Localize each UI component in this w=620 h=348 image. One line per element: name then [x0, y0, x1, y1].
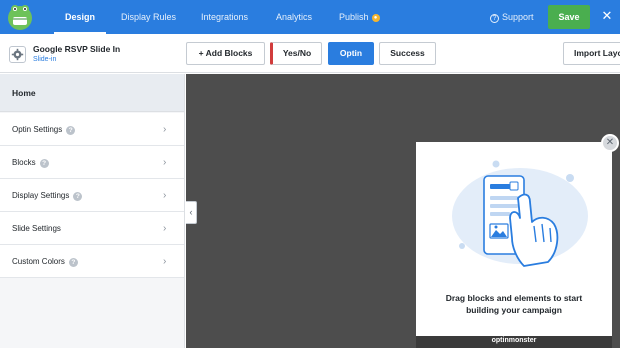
sidebar-item-label: Display Settings	[12, 191, 70, 200]
optinmonster-logo-icon[interactable]	[6, 3, 34, 31]
support-link[interactable]: ? Support	[490, 0, 534, 34]
chevron-left-icon: ‹	[189, 207, 193, 217]
import-layout-button[interactable]: Import Layo	[563, 42, 620, 65]
add-blocks-button[interactable]: + Add Blocks	[186, 42, 265, 65]
campaign-type: Slide-in	[33, 56, 57, 63]
close-icon[interactable]: ✕	[601, 134, 619, 152]
top-nav-bar: Design Display Rules Integrations Analyt…	[0, 0, 620, 34]
tab-analytics[interactable]: Analytics	[276, 0, 312, 34]
sidebar-item-custom-colors[interactable]: Custom Colors? ›	[0, 245, 184, 278]
sidebar-item-label: Slide Settings	[12, 224, 61, 233]
sidebar-item-optin-settings[interactable]: Optin Settings? ›	[0, 113, 184, 146]
help-icon[interactable]: ?	[39, 159, 49, 168]
sidebar-item-blocks[interactable]: Blocks? ›	[0, 146, 184, 179]
optin-view-button[interactable]: Optin	[328, 42, 374, 65]
yes-no-view-button[interactable]: Yes/No	[270, 42, 322, 65]
empty-state-line-2: building your campaign	[466, 305, 562, 315]
drag-blocks-illustration	[452, 160, 588, 267]
close-icon[interactable]: ✕	[600, 9, 614, 23]
save-button[interactable]: Save	[548, 5, 590, 29]
chevron-right-icon: ›	[163, 256, 167, 267]
gear-icon	[11, 48, 24, 61]
campaign-name: Google RSVP Slide In	[33, 44, 121, 54]
tab-publish[interactable]: Publish ●	[339, 0, 380, 34]
sidebar-item-label: Blocks	[12, 158, 36, 167]
chevron-right-icon: ›	[163, 223, 167, 234]
help-icon[interactable]: ?	[68, 258, 78, 267]
slide-in-preview[interactable]: Drag blocks and elements to start buildi…	[416, 142, 612, 348]
campaign-settings-button[interactable]	[9, 46, 26, 63]
collapse-sidebar-button[interactable]: ‹	[186, 201, 197, 224]
optinmonster-brand: optinmonster	[491, 337, 537, 344]
help-icon[interactable]: ?	[66, 126, 76, 135]
sidebar-item-label: Optin Settings	[12, 125, 63, 134]
chevron-right-icon: ›	[163, 190, 167, 201]
empty-state-line-1: Drag blocks and elements to start	[445, 293, 583, 303]
tab-display-rules[interactable]: Display Rules	[121, 0, 176, 34]
chevron-right-icon: ›	[163, 124, 167, 135]
help-icon[interactable]: ?	[73, 192, 83, 201]
tab-integrations[interactable]: Integrations	[201, 0, 248, 34]
sidebar-item-display-settings[interactable]: Display Settings? ›	[0, 179, 184, 212]
help-icon: ?	[490, 14, 499, 23]
chevron-right-icon: ›	[163, 157, 167, 168]
sidebar-item-slide-settings[interactable]: Slide Settings ›	[0, 212, 184, 245]
sidebar-item-label: Custom Colors	[12, 257, 65, 266]
publish-status-icon: ●	[371, 14, 380, 22]
settings-sidebar: Home Optin Settings? › Blocks? › Display…	[0, 74, 185, 348]
success-view-button[interactable]: Success	[379, 42, 436, 65]
tab-design[interactable]: Design	[54, 0, 107, 34]
sidebar-home[interactable]: Home	[0, 74, 184, 112]
